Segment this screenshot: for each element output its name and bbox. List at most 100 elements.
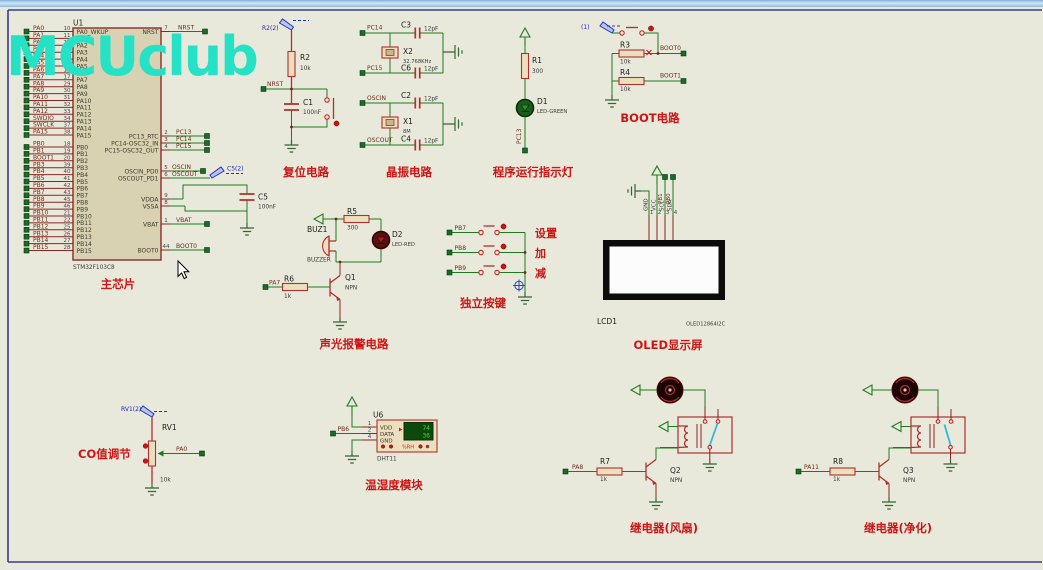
terminal xyxy=(260,86,267,92)
resistor-r8[interactable] xyxy=(829,467,856,476)
indicator-dot[interactable] xyxy=(418,444,423,449)
c5-probe-label: C5(2) xyxy=(227,166,244,173)
resistor-r3[interactable] xyxy=(618,49,645,58)
resistor-r6[interactable] xyxy=(281,282,309,292)
pin-number: 26 xyxy=(64,231,71,237)
pin-number: 28 xyxy=(64,245,71,251)
terminal xyxy=(23,206,30,212)
r7-ref: R7 xyxy=(600,457,610,466)
resistor-r5[interactable] xyxy=(343,214,370,224)
boot-circuit[interactable]: (1) R3 10k BOOT0 R4 10k BOOT1 BOOT电路 xyxy=(581,21,687,125)
r8-val: 1k xyxy=(833,477,841,483)
crystal-x2[interactable] xyxy=(381,46,399,59)
led-green[interactable] xyxy=(515,98,535,118)
pot-adjust-up[interactable] xyxy=(142,443,149,449)
relay-pins xyxy=(704,407,719,420)
fan-motor[interactable] xyxy=(656,376,684,404)
relay-pins xyxy=(937,407,952,420)
indicator-dot[interactable] xyxy=(380,444,386,449)
relay-core xyxy=(696,424,702,448)
ground-symbol xyxy=(627,183,642,199)
junction-dot xyxy=(523,251,527,254)
resistor-r7[interactable] xyxy=(596,467,623,476)
section-label-boot: BOOT电路 xyxy=(620,111,680,125)
humidity-value: 74 xyxy=(423,425,431,432)
voltage-probe-icon[interactable] xyxy=(209,166,225,179)
dht11-module[interactable]: 1 2 4 VDD DATA GND 74 36 %RH xyxy=(368,419,438,453)
oled-model: OLED12864I2C xyxy=(686,322,726,328)
relay-fan-circuit[interactable]: PA8 R7 1k Q2 NPN 继电器(风扇) xyxy=(562,376,733,535)
potentiometer-rv1[interactable] xyxy=(147,440,157,467)
terminal xyxy=(199,450,205,457)
alarm-circuit[interactable]: R5 300 BUZ1 BUZZER D2 LED-RED PA7 R6 1k xyxy=(262,207,415,351)
buzzer[interactable] xyxy=(322,235,336,257)
relay-purify-circuit[interactable]: PA11 R8 1k Q3 NPN 继电器(净化) xyxy=(795,376,966,535)
oled-circuit[interactable]: PB1 PB0 GND VCC SCL SDA 1 2 3 4 LCD1 OLE… xyxy=(597,165,726,352)
terminal xyxy=(562,468,569,475)
pin-number: 42 xyxy=(64,183,71,189)
relay-purify[interactable] xyxy=(910,407,966,454)
crystal-x1[interactable] xyxy=(381,116,399,129)
voltage-probe-icon[interactable] xyxy=(139,405,155,418)
button-actuator[interactable] xyxy=(333,120,340,127)
chip-pin-name: PB15 xyxy=(77,248,93,255)
resistor-r1[interactable] xyxy=(520,52,530,80)
net-label: OSCOUT xyxy=(172,171,198,178)
transistor-q2[interactable] xyxy=(645,458,657,486)
transistor-q3[interactable] xyxy=(878,458,890,486)
run-indicator-circuit[interactable]: R1 300 D1 LED-GREEN PC13 程序运行指示灯 xyxy=(493,27,574,179)
capacitor-c2[interactable] xyxy=(414,96,421,110)
crystal-circuit[interactable]: PC14 PC15 C3 12pF X2 32.768KHz C6 12pF O… xyxy=(359,21,463,179)
terminal xyxy=(359,30,366,36)
pot-circuit[interactable]: RV1(2) RV1 PA0 10k CO值调节 xyxy=(78,405,205,496)
relay-coil xyxy=(910,425,922,449)
oled-display[interactable] xyxy=(603,240,725,300)
ground-symbol xyxy=(442,44,463,60)
capacitor-c3[interactable] xyxy=(414,26,421,40)
key-rows[interactable]: PB7 设置 PB8 加 PB9 减 xyxy=(446,223,557,280)
ground-symbol xyxy=(344,450,360,464)
schematic-canvas[interactable]: U1 STM32F103C8 主芯片 PA0 10 PA0_WKUPPA1 11 PA1… xyxy=(0,0,1043,570)
terminal xyxy=(522,147,528,154)
led-red[interactable] xyxy=(371,230,391,250)
pin-name: VDD xyxy=(380,425,392,431)
power-arrow-icon xyxy=(346,396,358,416)
capacitor-c4[interactable] xyxy=(414,138,421,152)
dht11-circuit[interactable]: PB6 U6 1 2 4 VDD DATA GND 74 36 %RH DHT1… xyxy=(330,396,438,492)
button-actuator[interactable] xyxy=(648,25,654,32)
key-actuator[interactable] xyxy=(500,223,507,230)
voltage-probe-icon[interactable] xyxy=(599,21,615,34)
resistor-r4[interactable] xyxy=(618,76,645,86)
pin-number: 4 xyxy=(368,434,372,440)
voltage-probe-icon[interactable] xyxy=(279,18,294,31)
relay-fan[interactable] xyxy=(677,407,733,454)
net-label: PC14 xyxy=(176,136,192,143)
section-label-reset: 复位电路 xyxy=(282,165,329,179)
transistor-q1[interactable] xyxy=(329,274,341,302)
keys-circuit[interactable]: PB7 设置 PB8 加 PB9 减 独立按键 xyxy=(446,223,557,310)
key-actuator[interactable] xyxy=(500,263,507,270)
boot-button[interactable] xyxy=(619,25,654,36)
contact xyxy=(948,419,954,424)
contact xyxy=(935,419,941,424)
chip-model: STM32F103C8 xyxy=(73,265,115,271)
indicator-dot-dim[interactable] xyxy=(425,444,430,449)
power-arrow-icon xyxy=(862,384,873,396)
key-action-label: 设置 xyxy=(535,226,557,240)
d1-val: LED-GREEN xyxy=(537,109,567,115)
indicator-dot[interactable] xyxy=(388,444,394,449)
resistor-r2[interactable] xyxy=(287,50,296,78)
pin-number: 21 xyxy=(64,211,71,217)
capacitor-c1[interactable] xyxy=(283,103,300,111)
r5-ref: R5 xyxy=(347,207,357,216)
key-actuator[interactable] xyxy=(500,243,507,250)
capacitor-c5[interactable] xyxy=(238,193,256,201)
reset-circuit[interactable]: R2(2) R2 10k NRST C1 100nF 复位电路 xyxy=(260,18,340,179)
capacitor-c6[interactable] xyxy=(414,66,421,80)
pin-number: 4 xyxy=(164,144,168,150)
contact xyxy=(948,444,953,450)
power-arrow-icon xyxy=(313,213,324,225)
purifier-motor[interactable] xyxy=(891,376,919,404)
terminal xyxy=(23,185,30,192)
pot-adjust-down[interactable] xyxy=(142,458,149,464)
